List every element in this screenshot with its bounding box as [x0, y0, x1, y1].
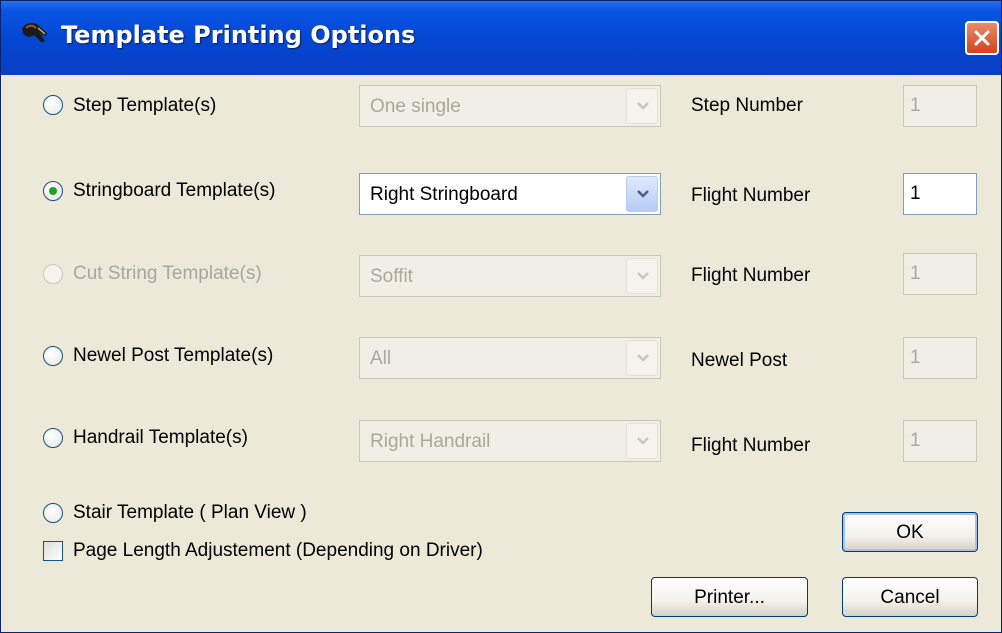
stair-template-radio[interactable] [43, 503, 63, 523]
step-template-radio[interactable] [43, 95, 63, 115]
page-length-label: Page Length Adjustement (Depending on Dr… [73, 540, 483, 561]
step-number-label: Step Number [691, 95, 803, 116]
close-button[interactable] [965, 21, 999, 55]
cut-string-flight-number-value: 1 [910, 263, 921, 284]
handrail-template-label: Handrail Template(s) [73, 427, 248, 448]
title-bar[interactable]: Template Printing Options [1, 1, 1001, 75]
cut-string-template-label: Cut String Template(s) [73, 263, 262, 284]
newel-post-template-radio[interactable] [43, 346, 63, 366]
stringboard-template-radio[interactable] [43, 181, 63, 201]
printer-button-label: Printer... [694, 587, 765, 608]
handrail-flight-number-field[interactable]: 1 [903, 420, 977, 462]
close-icon [974, 30, 990, 46]
step-template-combo-button[interactable] [626, 88, 658, 124]
flight-number-field[interactable]: 1 [903, 173, 977, 215]
page-length-checkbox[interactable] [43, 541, 63, 561]
cancel-button[interactable]: Cancel [842, 577, 978, 617]
flight-number-value: 1 [910, 183, 921, 204]
newel-post-template-combo-value: All [370, 348, 392, 369]
flight-number-label: Flight Number [691, 185, 811, 206]
stringboard-template-label: Stringboard Template(s) [73, 180, 276, 201]
handrail-template-radio[interactable] [43, 428, 63, 448]
handrail-template-combo-button[interactable] [626, 423, 658, 459]
template-printing-options-dialog: Template Printing Options Step Template(… [0, 0, 1002, 633]
step-number-value: 1 [910, 95, 921, 116]
chevron-down-icon [637, 437, 649, 445]
stair-template-label: Stair Template ( Plan View ) [73, 502, 307, 523]
newel-post-template-combo-button[interactable] [626, 340, 658, 376]
newel-post-label: Newel Post [691, 350, 788, 371]
cut-string-template-combo[interactable]: Soffit [359, 255, 661, 297]
newel-post-field[interactable]: 1 [903, 337, 977, 379]
newel-post-template-label: Newel Post Template(s) [73, 345, 274, 366]
cancel-button-label: Cancel [880, 587, 940, 608]
step-number-field[interactable]: 1 [903, 85, 977, 127]
dialog-title: Template Printing Options [61, 21, 416, 49]
stringboard-template-combo[interactable]: Right Stringboard [359, 173, 661, 215]
hand-cursor-icon [19, 17, 51, 49]
cut-string-template-combo-value: Soffit [370, 266, 413, 287]
stringboard-template-combo-value: Right Stringboard [370, 184, 518, 205]
step-template-combo-value: One single [370, 96, 461, 117]
handrail-flight-number-label: Flight Number [691, 435, 811, 456]
handrail-flight-number-value: 1 [910, 430, 921, 451]
newel-post-template-combo[interactable]: All [359, 337, 661, 379]
cut-string-flight-number-label: Flight Number [691, 265, 811, 286]
cut-string-template-radio[interactable] [43, 264, 63, 284]
ok-button[interactable]: OK [842, 512, 978, 552]
chevron-down-icon [637, 354, 649, 362]
step-template-label: Step Template(s) [73, 95, 217, 116]
dialog-body: Step Template(s) One single Step Number … [1, 75, 1001, 632]
newel-post-value: 1 [910, 347, 921, 368]
handrail-template-combo-value: Right Handrail [370, 431, 491, 452]
ok-button-label: OK [896, 522, 924, 543]
cut-string-template-combo-button[interactable] [626, 258, 658, 294]
chevron-down-icon [637, 272, 649, 280]
printer-button[interactable]: Printer... [651, 577, 808, 617]
step-template-combo[interactable]: One single [359, 85, 661, 127]
stringboard-template-combo-button[interactable] [626, 176, 658, 212]
chevron-down-icon [637, 102, 649, 110]
cut-string-flight-number-field[interactable]: 1 [903, 253, 977, 295]
handrail-template-combo[interactable]: Right Handrail [359, 420, 661, 462]
chevron-down-icon [637, 190, 649, 198]
